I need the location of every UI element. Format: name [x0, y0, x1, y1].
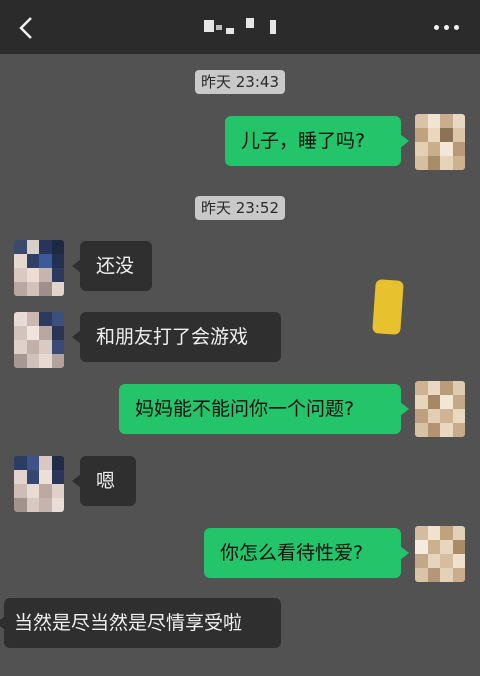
incoming-message[interactable]: 还没: [72, 241, 152, 291]
chevron-left-icon: [19, 17, 32, 39]
contact-avatar[interactable]: [14, 312, 64, 368]
outgoing-message[interactable]: 儿子，睡了吗?: [225, 116, 409, 166]
chat-header: [0, 0, 480, 54]
more-button[interactable]: [424, 12, 468, 42]
incoming-message[interactable]: 当然是尽当然是尽情享受啦: [0, 598, 281, 648]
outgoing-message[interactable]: 你怎么看待性爱?: [204, 528, 409, 578]
sticker-image: [372, 279, 404, 335]
contact-avatar[interactable]: [14, 240, 64, 296]
timestamp: 昨天 23:52: [195, 196, 285, 220]
my-avatar[interactable]: [415, 526, 465, 582]
incoming-message[interactable]: 和朋友打了会游戏: [72, 312, 281, 362]
timestamp: 昨天 23:43: [195, 70, 285, 94]
my-avatar[interactable]: [415, 114, 465, 170]
my-avatar[interactable]: [415, 381, 465, 437]
contact-name-pixelated: [190, 16, 290, 38]
incoming-message[interactable]: 嗯: [72, 456, 136, 506]
back-button[interactable]: [8, 8, 46, 46]
chat-screen: 昨天 23:43 儿子，睡了吗? 昨天 23:52 还没 和朋友打了会游戏 妈妈…: [0, 0, 480, 676]
outgoing-message[interactable]: 妈妈能不能问你一个问题?: [119, 384, 409, 434]
contact-avatar[interactable]: [14, 456, 64, 512]
